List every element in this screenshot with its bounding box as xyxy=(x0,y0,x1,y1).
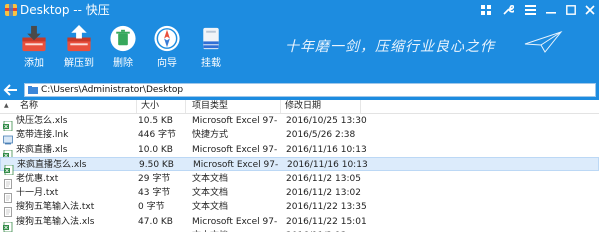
column-header-name[interactable]: ▲ 名称 xyxy=(0,100,137,113)
list-header: ▲ 名称 大小 项目类型 修改日期 xyxy=(0,100,599,114)
file-type: 快捷方式 xyxy=(192,130,229,141)
title-and-toolbar: Desktop -- 快压 添加 解压到 删除 向导 挂载 十年磨一剑，压缩行业… xyxy=(0,0,599,80)
file-modified: 2016/10/25 13:30 xyxy=(286,116,367,126)
file-name: 快压怎么.xls xyxy=(16,116,68,126)
wizard-compass-icon xyxy=(154,25,180,52)
minimize-icon[interactable] xyxy=(543,2,559,18)
delete-icon xyxy=(110,25,136,52)
text-file-icon xyxy=(3,174,13,189)
text-file-icon xyxy=(3,231,13,232)
file-modified: 2016/11/22 15:01 xyxy=(286,216,367,227)
file-row[interactable]: 搜狗五笔输入法.xls 47.0 KB Microsoft Excel 97-...… xyxy=(0,215,599,232)
path-field[interactable]: C:\Users\Administrator\Desktop xyxy=(24,83,596,97)
file-row[interactable]: 文本文档 2016/11/2 13:... xyxy=(0,229,599,232)
file-name: 搜狗五笔输入法.xls xyxy=(16,216,95,227)
folder-icon xyxy=(28,86,38,94)
file-size: 43 字节 xyxy=(138,188,171,198)
extract-to-label: 解压到 xyxy=(64,58,94,69)
file-modified: 2016/11/16 10:13 xyxy=(287,160,368,171)
file-size: 446 字节 xyxy=(138,130,177,141)
text-file-icon xyxy=(3,202,13,218)
file-type: Microsoft Excel 97-... xyxy=(192,144,278,155)
file-size: 9.50 KB xyxy=(139,160,174,171)
file-row[interactable]: 来疯直播.xls 10.0 KB Microsoft Excel 97-... 201… xyxy=(0,143,599,161)
excel-file-icon xyxy=(3,116,13,132)
shortcut-icon xyxy=(3,130,13,145)
file-size: 10.5 KB xyxy=(138,116,173,126)
file-size: 10.0 KB xyxy=(138,144,173,155)
extract-to-icon xyxy=(67,24,91,52)
settings-wrench-icon[interactable] xyxy=(500,2,516,18)
path-bar: C:\Users\Administrator\Desktop xyxy=(0,80,599,100)
file-type: 文本文档 xyxy=(192,173,229,184)
file-row[interactable]: 老优惠.txt 29 字节 文本文档 2016/11/2 13:05 xyxy=(0,172,599,189)
excel-file-icon xyxy=(3,145,13,161)
file-size xyxy=(138,229,184,232)
file-type: Microsoft Excel 97-... xyxy=(193,160,279,171)
menu-icon[interactable] xyxy=(522,2,538,18)
file-size: 0 字节 xyxy=(138,202,165,213)
paper-plane-icon xyxy=(524,30,563,53)
file-row[interactable]: 十一月.txt 43 字节 文本文档 2016/11/2 13:02 xyxy=(0,186,599,203)
window-title: Desktop -- 快压 xyxy=(20,3,110,17)
file-type: Microsoft Excel 97-... xyxy=(192,116,278,126)
file-size: 47.0 KB xyxy=(138,216,173,227)
file-type: 文本文档 xyxy=(192,202,229,213)
file-type: 文本文档 xyxy=(192,229,278,232)
file-name: 宽带连接.lnk xyxy=(16,130,69,141)
file-size: 29 字节 xyxy=(138,173,171,184)
excel-file-icon xyxy=(4,160,14,176)
column-header-size[interactable]: 大小 xyxy=(137,100,186,113)
file-row[interactable]: 来疯直播怎么.xls 9.50 KB Microsoft Excel 97-... 2… xyxy=(0,157,599,176)
text-file-icon xyxy=(3,188,13,203)
column-header-modified[interactable]: 修改日期 xyxy=(281,100,361,113)
app-window: Desktop -- 快压 添加 解压到 删除 向导 挂载 十年磨一剑，压缩行业… xyxy=(0,0,599,232)
maximize-icon[interactable] xyxy=(563,2,579,18)
close-icon[interactable] xyxy=(582,2,598,18)
file-modified: 2016/11/2 13:02 xyxy=(286,188,361,198)
add-archive-icon xyxy=(22,25,46,52)
file-modified: 2016/11/16 10:13 xyxy=(286,144,367,155)
mount-label: 挂载 xyxy=(201,58,221,69)
file-list: ▲ 名称 大小 项目类型 修改日期 快压怎么.xls 10.5 KB Microso… xyxy=(0,100,599,232)
file-modified: 2016/5/26 2:38 xyxy=(286,130,356,141)
file-name: 来疯直播怎么.xls xyxy=(17,160,87,171)
file-modified: 2016/11/2 13:05 xyxy=(286,173,361,184)
file-type: 文本文档 xyxy=(192,188,229,198)
column-header-type[interactable]: 项目类型 xyxy=(186,100,281,113)
file-row[interactable]: 搜狗五笔输入法.txt 0 字节 文本文档 2016/11/22 13:35 xyxy=(0,200,599,218)
file-name: 搜狗五笔输入法.txt xyxy=(16,202,95,213)
path-text: C:\Users\Administrator\Desktop xyxy=(41,85,184,95)
file-name: 老优惠.txt xyxy=(16,173,59,184)
wizard-button[interactable]: 向导 xyxy=(144,22,190,70)
file-modified: 2016/11/22 13:35 xyxy=(286,202,367,213)
file-modified: 2016/11/2 13:... xyxy=(286,229,376,232)
file-row[interactable]: 快压怎么.xls 10.5 KB Microsoft Excel 97-... 201… xyxy=(0,114,599,132)
slogan-text: 十年磨一剑，压缩行业良心之作 xyxy=(285,39,495,55)
extract-to-button[interactable]: 解压到 xyxy=(56,22,102,70)
add-label: 添加 xyxy=(24,58,44,69)
file-type: Microsoft Excel 97-... xyxy=(192,216,278,227)
sort-arrow-icon: ▲ xyxy=(4,102,9,109)
delete-label: 删除 xyxy=(113,58,133,69)
back-arrow-icon[interactable] xyxy=(2,81,20,99)
file-row[interactable]: 宽带连接.lnk 446 字节 快捷方式 2016/5/26 2:38 xyxy=(0,128,599,145)
delete-button[interactable]: 删除 xyxy=(100,22,146,70)
app-logo-icon xyxy=(5,4,17,16)
file-name: 十一月.txt xyxy=(16,188,59,198)
apps-icon[interactable] xyxy=(478,2,494,18)
file-name: 来疯直播.xls xyxy=(16,144,68,155)
file-name xyxy=(16,229,136,232)
mount-button[interactable]: 挂载 xyxy=(188,22,234,70)
mount-drive-icon xyxy=(203,27,219,50)
wizard-label: 向导 xyxy=(157,58,177,69)
add-button[interactable]: 添加 xyxy=(11,22,57,70)
excel-file-icon xyxy=(3,217,13,232)
